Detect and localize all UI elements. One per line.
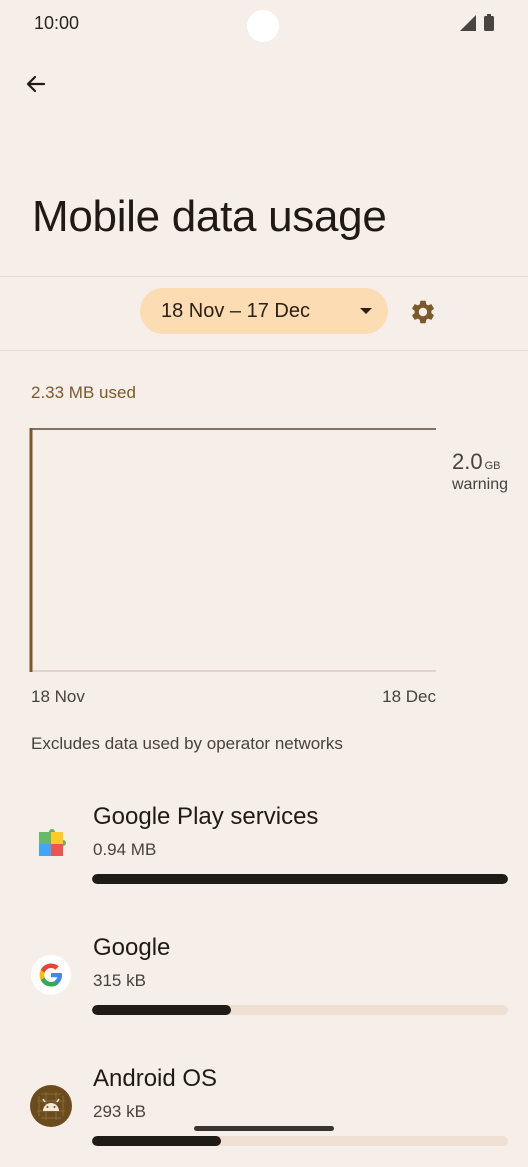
data-settings-button[interactable] bbox=[406, 295, 440, 329]
app-usage: 315 kB bbox=[93, 971, 146, 990]
app-usage: 0.94 MB bbox=[93, 840, 157, 859]
billing-cycle-dropdown[interactable]: 18 Nov – 17 Dec bbox=[140, 288, 388, 334]
usage-total: 2.33 MB used bbox=[31, 383, 136, 402]
app-usage-bar-fill bbox=[92, 874, 508, 884]
status-icons bbox=[460, 14, 494, 31]
warning-label: warning bbox=[452, 476, 509, 493]
status-time: 10:00 bbox=[34, 13, 80, 33]
app-item-google-play-services[interactable]: Google Play services 0.94 MB bbox=[0, 795, 528, 905]
warning-value-unit: GB bbox=[484, 460, 501, 472]
warning-value-number: 2.0 bbox=[452, 449, 483, 474]
google-icon bbox=[31, 955, 71, 995]
signal-icon bbox=[460, 14, 476, 31]
app-usage-bar bbox=[92, 1005, 508, 1015]
gesture-nav-handle[interactable] bbox=[194, 1126, 334, 1131]
divider bbox=[0, 350, 528, 351]
dropdown-caret-icon bbox=[360, 308, 372, 314]
footnote: Excludes data used by operator networks bbox=[31, 734, 343, 753]
app-name: Google bbox=[93, 934, 171, 961]
google-play-services-icon bbox=[39, 829, 66, 856]
cycle-row: 18 Nov – 17 Dec bbox=[0, 278, 528, 350]
chart-start-date: 18 Nov bbox=[31, 687, 85, 706]
divider bbox=[0, 276, 528, 277]
camera-cutout bbox=[247, 10, 279, 42]
battery-icon bbox=[484, 14, 494, 31]
app-usage-bar bbox=[92, 1136, 508, 1146]
app-usage-bar-fill bbox=[92, 1136, 221, 1146]
status-bar: 10:00 bbox=[0, 0, 528, 48]
page-title: Mobile data usage bbox=[32, 192, 387, 241]
billing-cycle-label: 18 Nov – 17 Dec bbox=[161, 299, 310, 322]
app-name: Google Play services bbox=[93, 803, 319, 830]
warning-value: 2.0 GB bbox=[452, 449, 501, 475]
android-os-icon bbox=[30, 1085, 72, 1127]
app-item-google[interactable]: Google 315 kB bbox=[0, 926, 528, 1036]
usage-chart bbox=[29, 428, 436, 672]
app-usage-bar bbox=[92, 874, 508, 884]
arrow-back-icon bbox=[26, 75, 46, 93]
app-name: Android OS bbox=[93, 1065, 218, 1092]
back-button[interactable] bbox=[14, 62, 58, 106]
gear-icon bbox=[412, 300, 434, 324]
app-usage-bar-fill bbox=[92, 1005, 232, 1015]
app-item-android-os[interactable]: Android OS 293 kB bbox=[0, 1057, 528, 1167]
chart-end-date: 18 Dec bbox=[382, 687, 436, 706]
app-usage: 293 kB bbox=[93, 1102, 146, 1121]
